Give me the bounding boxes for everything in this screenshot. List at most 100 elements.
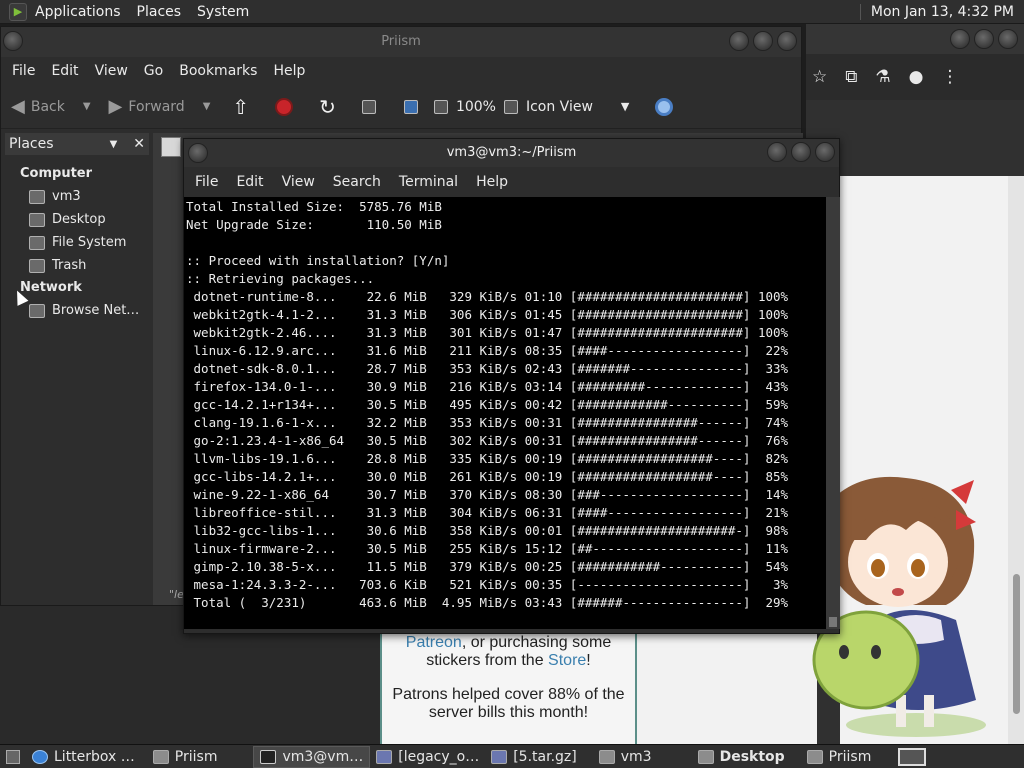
- places-menu[interactable]: Places: [129, 0, 190, 24]
- task-terminal[interactable]: vm3@vm…: [253, 745, 371, 768]
- globe-icon: [32, 749, 48, 764]
- maximize-button[interactable]: [974, 29, 994, 49]
- labs-flask-icon[interactable]: ⚗: [875, 67, 890, 87]
- close-button[interactable]: [998, 29, 1018, 49]
- task-label: vm3@vm…: [282, 748, 364, 765]
- folder-icon: [697, 749, 714, 764]
- scrollbar-thumb[interactable]: [829, 617, 837, 627]
- fm-toolbar: ◀ Back ▼ ▶ Forward ▼ ⇧ ↻ 100% Icon View …: [1, 85, 801, 129]
- bottom-taskbar: Litterbox … Priism vm3@vm… [legacy_o… [5…: [0, 744, 1024, 768]
- document-icon: [376, 749, 393, 764]
- browser-scrollbar[interactable]: [1008, 176, 1024, 744]
- menu-help[interactable]: Help: [467, 174, 517, 190]
- up-arrow-icon[interactable]: ⇧: [232, 95, 249, 119]
- sidebar-item-desktop[interactable]: Desktop: [5, 208, 149, 231]
- task-litterbox[interactable]: Litterbox …: [26, 746, 141, 768]
- sidebar-item-filesystem[interactable]: File System: [5, 231, 149, 254]
- sidebar-item-label: Desktop: [52, 212, 106, 227]
- browser-toolbar: ☆ ⧉ ⚗ ● ⋮: [806, 54, 1024, 100]
- zoom-in-icon[interactable]: [503, 99, 518, 114]
- menu-view[interactable]: View: [273, 174, 324, 190]
- zoom-level: 100%: [455, 98, 496, 115]
- computer-icon[interactable]: [403, 99, 418, 114]
- close-button[interactable]: [815, 142, 835, 162]
- card-line-5: server bills this month!: [428, 704, 589, 721]
- terminal-titlebar[interactable]: vm3@vm3:~/Priism: [184, 139, 839, 167]
- chevron-down-icon[interactable]: ▼: [110, 139, 118, 150]
- minimize-button[interactable]: [767, 142, 787, 162]
- desktop-folder-icon: [29, 212, 45, 227]
- task-label: [5.tar.gz]: [513, 748, 577, 765]
- task-priism[interactable]: Priism: [147, 746, 224, 768]
- card-line-3-text: stickers from the: [426, 652, 549, 669]
- sidebar-item-vm3[interactable]: vm3: [5, 185, 149, 208]
- stop-icon[interactable]: [275, 97, 294, 116]
- task-label: [legacy_o…: [398, 748, 480, 765]
- chevron-down-icon[interactable]: ▼: [203, 101, 211, 112]
- menu-go[interactable]: Go: [136, 63, 171, 79]
- close-button[interactable]: [777, 31, 797, 51]
- system-menu[interactable]: System: [189, 0, 257, 24]
- store-link[interactable]: Store: [548, 652, 586, 669]
- menu-terminal[interactable]: Terminal: [390, 174, 467, 190]
- zoom-out-icon[interactable]: [433, 99, 448, 114]
- terminal-icon: [260, 749, 277, 764]
- task-vm3[interactable]: vm3: [593, 746, 658, 768]
- more-menu-icon[interactable]: ⋮: [941, 67, 958, 87]
- task-legacy-archive[interactable]: [legacy_o…: [370, 746, 485, 768]
- profile-icon[interactable]: ●: [909, 67, 924, 87]
- task-desktop[interactable]: Desktop: [692, 746, 791, 768]
- trash-icon: [29, 258, 45, 273]
- sidebar-item-trash[interactable]: Trash: [5, 254, 149, 277]
- task-label: Litterbox …: [54, 748, 135, 765]
- applications-menu[interactable]: Applications: [27, 0, 129, 24]
- menu-edit[interactable]: Edit: [227, 174, 272, 190]
- bookmark-star-icon[interactable]: ☆: [812, 67, 827, 87]
- task-label: Desktop: [719, 748, 785, 765]
- terminal-menubar: File Edit View Search Terminal Help: [184, 167, 839, 197]
- menu-bookmarks[interactable]: Bookmarks: [171, 63, 265, 79]
- fm-title: Priism: [381, 34, 421, 49]
- menu-search[interactable]: Search: [324, 174, 390, 190]
- task-tar-archive[interactable]: [5.tar.gz]: [485, 746, 583, 768]
- show-desktop-icon[interactable]: [6, 749, 20, 764]
- sidebar-item-browse-network[interactable]: Browse Net…: [5, 299, 149, 322]
- minimize-button[interactable]: [950, 29, 970, 49]
- maximize-button[interactable]: [753, 31, 773, 51]
- fm-titlebar[interactable]: Priism: [1, 27, 801, 57]
- terminal-scrollbar[interactable]: [826, 197, 840, 629]
- reload-icon[interactable]: ↻: [319, 95, 336, 119]
- close-icon[interactable]: ✕: [133, 136, 145, 152]
- extensions-icon[interactable]: ⧉: [845, 67, 857, 87]
- menu-file[interactable]: File: [4, 63, 43, 79]
- sidebar-group-network: Network: [20, 280, 82, 295]
- view-mode-select[interactable]: Icon View ▼: [526, 99, 629, 115]
- workspace-switcher[interactable]: [898, 747, 926, 766]
- clock[interactable]: Mon Jan 13, 4:32 PM: [859, 3, 1024, 20]
- menu-help[interactable]: Help: [265, 63, 313, 79]
- file-icon[interactable]: [161, 137, 181, 157]
- search-icon[interactable]: [655, 97, 674, 116]
- menu-view[interactable]: View: [87, 63, 136, 79]
- minimize-button[interactable]: [729, 31, 749, 51]
- forward-button[interactable]: ▶ Forward ▼: [109, 96, 211, 117]
- patreon-link[interactable]: Patreon: [406, 634, 462, 651]
- back-button[interactable]: ◀ Back ▼: [11, 96, 91, 117]
- menu-edit[interactable]: Edit: [43, 63, 86, 79]
- scrollbar-thumb[interactable]: [1013, 574, 1020, 714]
- maximize-button[interactable]: [791, 142, 811, 162]
- chevron-down-icon: ▼: [620, 100, 630, 113]
- terminal-output: Total Installed Size: 5785.76 MiB Net Up…: [186, 199, 789, 610]
- terminal-screen[interactable]: Total Installed Size: 5785.76 MiB Net Up…: [184, 197, 826, 629]
- chevron-down-icon[interactable]: ▼: [83, 101, 91, 112]
- card-line-4: Patrons helped cover 88% of the: [392, 686, 625, 703]
- task-priism-2[interactable]: Priism: [801, 746, 878, 768]
- folder-icon: [806, 749, 823, 764]
- distro-logo-icon[interactable]: ▶: [9, 2, 27, 21]
- card-line-3: stickers from the Store!: [382, 652, 635, 670]
- home-folder-icon[interactable]: [361, 99, 376, 114]
- browser-titlebar[interactable]: [806, 24, 1024, 54]
- network-icon: [29, 303, 45, 318]
- menu-file[interactable]: File: [186, 174, 227, 190]
- sidebar-header[interactable]: Places ▼ ✕: [5, 133, 149, 155]
